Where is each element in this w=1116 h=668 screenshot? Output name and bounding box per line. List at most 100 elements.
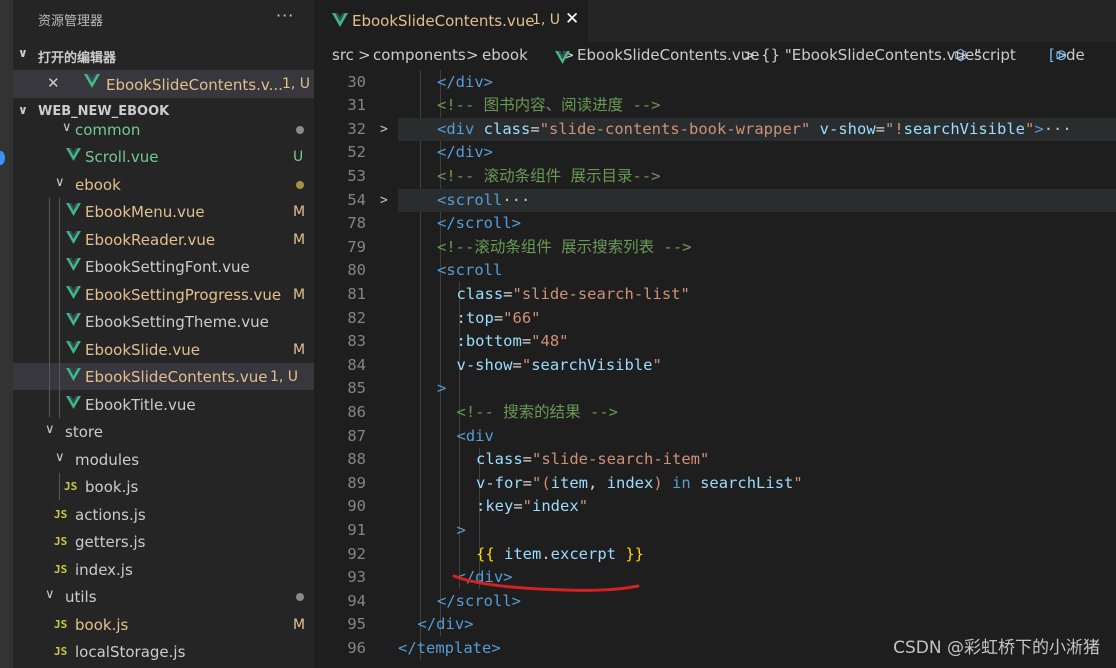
breadcrumb-item[interactable]: script [974,46,1016,64]
tree-item-label: common [75,121,141,139]
tab-badge: 1, U [532,12,561,28]
tree-item-label: Scroll.vue [85,148,159,166]
variable-icon: [⊚ [1049,46,1068,64]
close-icon[interactable]: ✕ [47,74,60,92]
tree-item-label: EbookReader.vue [85,231,216,249]
tree-item-label: store [65,423,103,441]
tree-item-label: EbookSettingProgress.vue [85,286,282,304]
tree-item-label: EbookMenu.vue [85,203,205,221]
tree-item-label: book.js [75,616,129,634]
js-file-icon: JS [54,563,68,576]
file-item[interactable]: JS book.js M [13,611,314,638]
git-status-badge: M [293,232,306,248]
git-status-badge: 1, U [270,369,299,385]
vue-file-icon [66,148,81,161]
vue-file-icon [66,313,81,326]
tree-item-label: index.js [75,561,133,579]
breadcrumb-item[interactable]: src [332,46,354,64]
git-status-badge: M [293,204,306,220]
vue-file-icon [66,258,81,271]
watermark: CSDN @彩虹桥下的小淅猪 [893,638,1100,658]
open-editors-section[interactable]: ∨ 打开的编辑器 [13,42,314,68]
chevron-down-icon: ∨ [45,422,55,437]
indent-guide [49,198,50,417]
breadcrumb-separator: > [466,46,479,64]
tree-item-label: getters.js [75,533,146,551]
breadcrumb-item[interactable]: components [373,46,466,64]
vue-file-icon [66,286,81,299]
tree-item-label: localStorage.js [75,643,186,661]
vue-file-icon [66,341,81,354]
vue-file-icon [66,203,81,216]
vue-file-icon [66,231,81,244]
tab-label: EbookSlideContents.vue [352,12,535,30]
folder-ebook[interactable]: ∨ ebook [13,171,314,198]
breadcrumb-item[interactable]: EbookSlideContents.vue [577,46,760,64]
tree-item-label: EbookSlide.vue [85,341,201,359]
js-file-icon: JS [54,618,68,631]
editor-tab[interactable]: EbookSlideContents.vue 1, U ✕ [314,0,588,42]
git-status-badge: M [293,287,306,303]
status-dot [296,181,304,189]
indent-guide [59,473,60,500]
file-item[interactable]: Scroll.vue U [13,143,314,170]
vue-file-icon [66,368,81,381]
vue-file-icon [84,74,100,88]
git-status-badge: U [293,149,304,165]
js-file-icon: JS [54,645,68,658]
chevron-down-icon: ∨ [18,46,28,60]
tree-item-label: book.js [85,478,139,496]
breadcrumb-item[interactable]: ebook [482,46,528,64]
close-icon[interactable]: ✕ [565,9,579,29]
breadcrumb-separator: > [743,46,756,64]
tree-item-label: ebook [75,176,121,194]
file-item[interactable]: JS localStorage.js [13,638,314,665]
vue-file-icon [66,396,81,409]
folder-modules[interactable]: ∨ modules [13,446,314,473]
file-item[interactable]: JS getters.js [13,528,314,555]
folder-common[interactable]: ∨ common [13,116,314,143]
more-actions-icon[interactable]: ··· [276,6,294,25]
open-editor-badge: 1, U [282,76,311,92]
git-status-badge: M [293,617,306,633]
tree-item-label: EbookSlideContents.vue [85,368,268,386]
chevron-down-icon: ∨ [55,450,65,465]
explorer-title: 资源管理器 [38,14,104,29]
indent-guide [59,198,60,418]
tree-item-label: modules [75,451,140,469]
vue-file-icon [332,13,348,27]
tree-item-label: actions.js [75,506,146,524]
breadcrumb-item[interactable]: de [1066,46,1085,64]
js-file-icon: JS [54,508,68,521]
breadcrumb-separator: > [358,46,371,64]
tree-item-label: EbookSettingFont.vue [85,258,250,276]
code-editor[interactable]: 30 </div> 31 <!-- 图书内容、阅读进度 --> 32 > <div clas… [314,70,1116,668]
js-file-icon: JS [64,480,78,493]
folder-utils[interactable]: ∨ utils [13,583,314,610]
open-editor-name: EbookSlideContents.v... [106,76,283,94]
git-status-badge: M [293,342,306,358]
open-editor-item[interactable]: ✕ EbookSlideContents.v... 1, U [13,70,314,98]
tree-item-label: EbookSettingTheme.vue [85,313,269,331]
file-item[interactable]: JS index.js [13,556,314,583]
tab-bar: EbookSlideContents.vue 1, U ✕ [314,0,1116,42]
chevron-down-icon: ∨ [45,587,55,602]
vue-file-icon [555,49,570,67]
folder-store[interactable]: ∨ store [13,418,314,445]
red-underline-annotation [452,574,640,592]
breadcrumb: src > components > ebook > EbookSlideContents.… [314,42,1116,70]
chevron-down-icon: ∨ [18,103,28,117]
chevron-down-icon: ∨ [55,175,65,190]
tree-item-label: EbookTitle.vue [85,396,196,414]
explorer-sidebar: 资源管理器 ··· ∨ 打开的编辑器 ✕ EbookSlideContents.… [0,0,314,668]
file-item[interactable]: JS actions.js [13,501,314,528]
js-file-icon: JS [54,535,68,548]
tree-item-label: utils [65,588,97,606]
status-dot [296,593,304,601]
activity-bar-edge [0,0,13,668]
chevron-down-icon: ∨ [62,120,72,135]
cube-icon: ⬡ [954,46,968,64]
status-dot [296,126,304,134]
open-editors-label: 打开的编辑器 [38,51,117,66]
breadcrumb-item[interactable]: {} "EbookSlideContents.vue" [761,46,981,64]
